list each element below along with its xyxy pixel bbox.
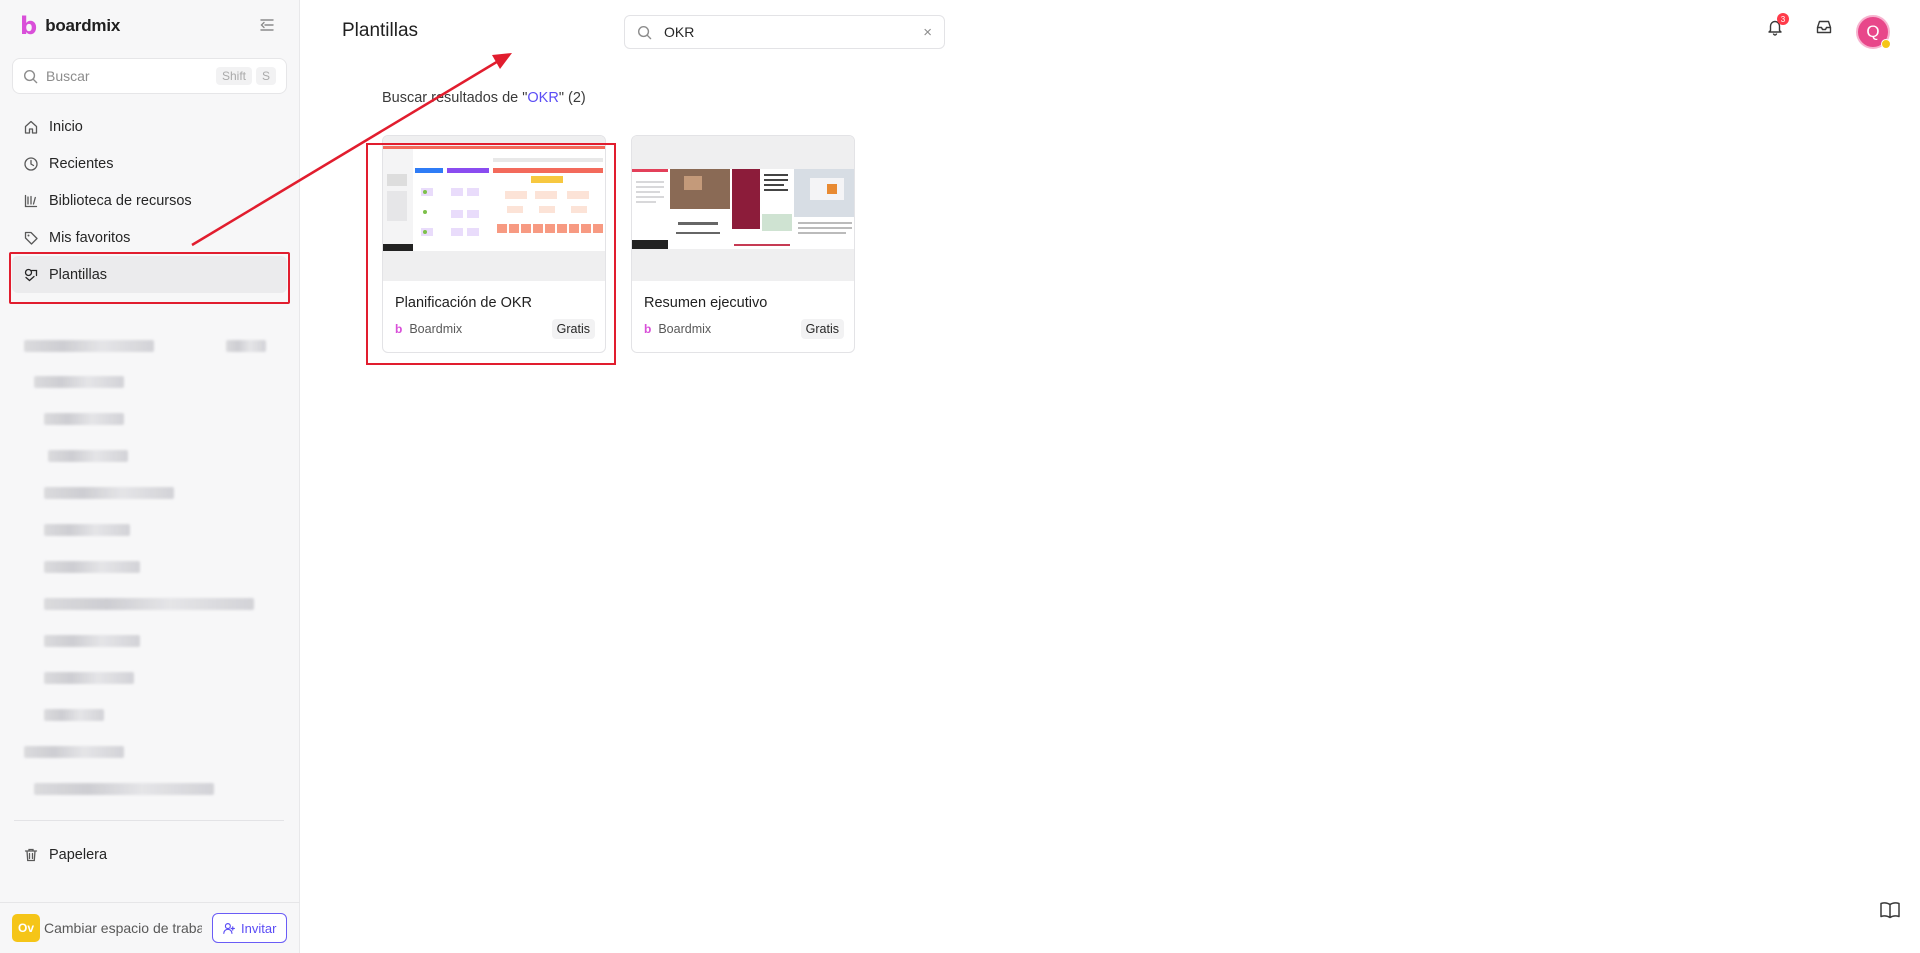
template-thumbnail bbox=[383, 136, 605, 281]
boardmix-logo-icon: b bbox=[644, 322, 652, 336]
add-user-icon bbox=[223, 922, 235, 934]
blurred-tree-row[interactable] bbox=[44, 598, 254, 610]
template-author: b Boardmix bbox=[395, 322, 462, 336]
boardmix-logo-icon: b bbox=[20, 12, 38, 40]
search-icon bbox=[637, 25, 652, 39]
blurred-tree-row[interactable] bbox=[44, 524, 130, 536]
workspace-avatar[interactable]: Ov bbox=[12, 914, 40, 942]
sidebar-item-inicio[interactable]: Inicio bbox=[12, 108, 287, 145]
sidebar-search[interactable]: Buscar Shift S bbox=[12, 58, 287, 94]
blurred-tree-row[interactable] bbox=[24, 746, 124, 758]
brand-logo[interactable]: b boardmix bbox=[20, 12, 120, 40]
blurred-tree-row[interactable] bbox=[48, 450, 128, 462]
blurred-tree-row[interactable] bbox=[34, 376, 124, 388]
okr-preview-image bbox=[383, 136, 605, 281]
results-prefix: Buscar resultados de " bbox=[382, 90, 528, 106]
blurred-tree-row[interactable] bbox=[44, 561, 140, 573]
blurred-tree-row[interactable] bbox=[34, 783, 214, 795]
shortcut-key-shift: Shift bbox=[215, 67, 252, 85]
sidebar-item-label: Recientes bbox=[49, 155, 114, 172]
sidebar-item-label: Inicio bbox=[49, 118, 83, 135]
executive-summary-preview-image bbox=[632, 136, 854, 281]
template-author: b Boardmix bbox=[644, 322, 711, 336]
inbox-button[interactable] bbox=[1815, 16, 1837, 38]
notifications-button[interactable]: 3 bbox=[1766, 13, 1789, 38]
switch-workspace-link[interactable]: Cambiar espacio de trabajo bbox=[44, 920, 202, 936]
template-card-okr[interactable]: Planificación de OKR b Boardmix Gratis bbox=[382, 135, 606, 353]
invite-label: Invitar bbox=[241, 920, 277, 936]
page-title: Plantillas bbox=[342, 20, 419, 41]
price-badge: Gratis bbox=[800, 319, 844, 339]
template-search-input[interactable]: OKR × bbox=[624, 15, 945, 49]
boardmix-logo-icon: b bbox=[395, 322, 403, 336]
blurred-tree-row[interactable] bbox=[44, 635, 140, 647]
sidebar-item-label: Plantillas bbox=[49, 266, 108, 283]
blurred-tree-row[interactable] bbox=[44, 413, 124, 425]
blurred-tree-row[interactable] bbox=[44, 487, 174, 499]
sidebar-trash-section: Papelera bbox=[12, 836, 287, 873]
inbox-icon bbox=[1816, 20, 1832, 34]
library-icon bbox=[24, 194, 38, 207]
clear-search-icon[interactable]: × bbox=[923, 24, 932, 41]
sidebar: b boardmix Buscar Shift S Inicio Recient… bbox=[0, 0, 300, 953]
sidebar-divider bbox=[14, 820, 284, 821]
brand-name: boardmix bbox=[45, 16, 121, 35]
sidebar-item-favoritos[interactable]: Mis favoritos bbox=[12, 219, 287, 256]
trash-icon bbox=[24, 848, 38, 861]
template-title: Resumen ejecutivo bbox=[644, 295, 768, 311]
sidebar-item-label: Biblioteca de recursos bbox=[49, 192, 192, 209]
sidebar-item-biblioteca[interactable]: Biblioteca de recursos bbox=[12, 182, 287, 219]
blurred-tree-row[interactable] bbox=[226, 340, 266, 352]
sidebar-item-label: Mis favoritos bbox=[49, 229, 131, 246]
tag-icon bbox=[24, 231, 38, 245]
blurred-tree-row[interactable] bbox=[24, 340, 154, 352]
sidebar-item-label: Papelera bbox=[49, 846, 108, 863]
blurred-tree-row[interactable] bbox=[44, 672, 134, 684]
template-card-resumen[interactable]: Resumen ejecutivo b Boardmix Gratis bbox=[631, 135, 855, 353]
price-badge: Gratis bbox=[551, 319, 595, 339]
user-status-dot bbox=[1881, 39, 1891, 49]
shortcut-key-s: S bbox=[255, 67, 276, 85]
sidebar-search-placeholder: Buscar bbox=[46, 68, 90, 84]
search-value: OKR bbox=[664, 24, 695, 40]
blurred-tree-row[interactable] bbox=[44, 709, 104, 721]
sidebar-item-plantillas[interactable]: Plantillas bbox=[12, 256, 287, 293]
search-results-label: Buscar resultados de "OKR" (2) bbox=[382, 90, 586, 106]
sidebar-item-papelera[interactable]: Papelera bbox=[12, 836, 287, 873]
book-help-icon[interactable] bbox=[1878, 898, 1902, 922]
template-author-name: Boardmix bbox=[658, 322, 712, 336]
template-author-name: Boardmix bbox=[409, 322, 463, 336]
sidebar-nav: Inicio Recientes Biblioteca de recursos … bbox=[12, 108, 287, 293]
templates-icon bbox=[24, 268, 38, 281]
home-icon bbox=[24, 120, 38, 134]
blurred-workspace-tree bbox=[20, 330, 290, 810]
results-suffix: " (2) bbox=[558, 90, 586, 106]
sidebar-item-recientes[interactable]: Recientes bbox=[12, 145, 287, 182]
template-thumbnail bbox=[632, 136, 854, 281]
invite-button[interactable]: Invitar bbox=[212, 913, 288, 943]
clock-icon bbox=[24, 156, 38, 171]
collapse-sidebar-icon[interactable] bbox=[258, 16, 276, 34]
template-title: Planificación de OKR bbox=[395, 295, 533, 311]
results-keyword: OKR bbox=[527, 90, 559, 106]
search-icon bbox=[23, 69, 38, 83]
workspace-bar: Ov Cambiar espacio de trabajo Invitar bbox=[0, 902, 300, 953]
notifications-badge: 3 bbox=[1777, 13, 1789, 25]
